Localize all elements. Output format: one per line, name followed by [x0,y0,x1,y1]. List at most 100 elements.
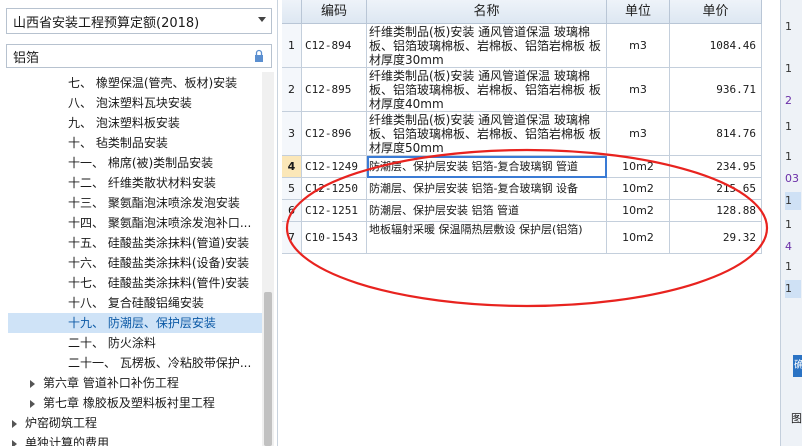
side-cell: 03 [785,172,799,185]
chevron-right-icon[interactable] [30,399,35,408]
side-cell: 1 [785,62,792,75]
tree-item-label: 炉窑砌筑工程 [25,416,98,430]
table-cell-name[interactable]: 纤维类制品(板)安装 通风管道保温 玻璃棉板、铝箔玻璃棉板、岩棉板、铝箔岩棉板 … [367,68,607,112]
side-cell: 1 [785,192,801,210]
right-panel-label: 图 [791,412,802,425]
table-cell-unit[interactable]: m3 [607,112,670,156]
tree-item-label: 单独计算的费用 [25,436,110,446]
tree-item-label: 第六章 管道补口补伤工程 [43,376,179,390]
tree-item-label: 二十、 防火涂料 [68,336,156,350]
table-cell-unit[interactable]: 10m2 [607,156,670,178]
tree-item[interactable]: 十五、 硅酸盐类涂抹料(管道)安装 [68,233,249,253]
table-cell-idx[interactable]: 2 [282,68,302,112]
table-cell-price[interactable]: 29.32 [670,222,762,254]
table-cell-unit[interactable]: 10m2 [607,200,670,222]
side-cell: 1 [785,260,792,273]
table-cell-price[interactable]: 814.76 [670,112,762,156]
quota-library-dropdown[interactable]: 山西省安装工程预算定额(2018) [6,8,272,34]
side-cell: 1 [785,218,792,231]
tree-item[interactable]: 七、 橡塑保温(管壳、板材)安装 [68,73,237,93]
chevron-down-icon[interactable] [258,17,266,22]
side-cell: 1 [785,280,801,298]
column-header-idx[interactable] [282,0,302,24]
table-cell-unit[interactable]: 10m2 [607,178,670,200]
quota-browser-panel: 山西省安装工程预算定额(2018) 铝箔 七、 橡塑保温(管壳、板材)安装八、 … [0,0,278,446]
table-cell-name[interactable]: 纤维类制品(板)安装 通风管道保温 玻璃棉板、铝箔玻璃棉板、岩棉板、铝箔岩棉板 … [367,112,607,156]
tree-item[interactable]: 十一、 棉席(被)类制品安装 [68,153,213,173]
tree-item[interactable]: 十六、 硅酸盐类涂抹料(设备)安装 [68,253,249,273]
tree-item[interactable]: 九、 泡沫塑料板安装 [68,113,180,133]
tree-item[interactable]: 八、 泡沫塑料瓦块安装 [68,93,192,113]
table-cell-name[interactable]: 防潮层、保护层安装 铝箔-复合玻璃钢 设备 [367,178,607,200]
chapter-tree: 七、 橡塑保温(管壳、板材)安装八、 泡沫塑料瓦块安装 九、 泡沫塑料板安装 十、 … [0,72,262,446]
side-cell: 4 [785,240,792,253]
tree-item-label: 二十一、 瓦楞板、冷粘胶带保护... [68,356,252,370]
tree-item-label: 十三、 聚氨酯泡沫喷涂发泡安装 [68,196,240,210]
tree-item[interactable]: 十四、 聚氨酯泡沫喷涂发泡补口... [68,213,251,233]
search-value: 铝箔 [13,50,40,66]
table-cell-price[interactable]: 128.88 [670,200,762,222]
tree-item[interactable]: 二十一、 瓦楞板、冷粘胶带保护... [68,353,251,373]
tree-item[interactable]: 单独计算的费用 [12,433,109,446]
tree-scrollbar[interactable] [262,72,274,446]
table-cell-idx[interactable]: 4 [282,156,302,178]
table-cell-price[interactable]: 215.65 [670,178,762,200]
table-cell-idx[interactable]: 6 [282,200,302,222]
tree-item[interactable]: 十八、 复合硅酸铝绳安装 [68,293,204,313]
column-header-price[interactable]: 单价 [670,0,762,24]
table-cell-name[interactable]: 纤维类制品(板)安装 通风管道保温 玻璃棉板、铝箔玻璃棉板、岩棉板、铝箔岩棉板 … [367,24,607,68]
tree-item[interactable]: 第七章 橡胶板及塑料板衬里工程 [30,393,215,413]
table-cell-code[interactable]: C12-895 [302,68,367,112]
side-cell: 1 [785,150,792,163]
table-cell-idx[interactable]: 1 [282,24,302,68]
table-cell-name[interactable]: 地板辐射采暖 保温隔热层敷设 保护层(铝箔) [367,222,607,254]
table-cell-name[interactable]: 防潮层、保护层安装 铝箔 管道 [367,200,607,222]
table-cell-code[interactable]: C12-894 [302,24,367,68]
tree-item-label: 十、 毡类制品安装 [68,136,168,150]
chevron-right-icon[interactable] [30,379,35,388]
tree-item[interactable]: 十、 毡类制品安装 [68,133,168,153]
column-header-name[interactable]: 名称 [367,0,607,24]
table-cell-code[interactable]: C12-896 [302,112,367,156]
table-cell-code[interactable]: C12-1250 [302,178,367,200]
table-cell-idx[interactable]: 5 [282,178,302,200]
table-cell-idx[interactable]: 7 [282,222,302,254]
tree-item[interactable]: 十二、 纤维类散状材料安装 [68,173,216,193]
quota-results-table: 编码 名称 单位 单价 1 C12-894 纤维类制品(板)安装 通风管道保温 玻璃棉板、铝… [282,0,780,446]
table-cell-code[interactable]: C10-1543 [302,222,367,254]
chevron-right-icon[interactable] [12,419,17,428]
chevron-right-icon[interactable] [12,439,17,446]
column-header-unit[interactable]: 单位 [607,0,670,24]
tree-item-label: 八、 泡沫塑料瓦块安装 [68,96,192,110]
column-header-code[interactable]: 编码 [302,0,367,24]
tree-item-label: 十九、 防潮层、保护层安装 [68,316,216,330]
side-cell: 1 [785,120,792,133]
tree-item-label: 十八、 复合硅酸铝绳安装 [68,296,204,310]
table-cell-unit[interactable]: m3 [607,68,670,112]
tree-item[interactable]: 炉窑砌筑工程 [12,413,97,433]
scrollbar-thumb[interactable] [264,292,272,446]
tree-item[interactable]: 第六章 管道补口补伤工程 [30,373,179,393]
confirm-button[interactable]: 确 [793,355,802,377]
tree-item[interactable]: 十七、 硅酸盐类涂抹料(管件)安装 [68,273,249,293]
table-cell-price[interactable]: 936.71 [670,68,762,112]
tree-item-label: 十二、 纤维类散状材料安装 [68,176,216,190]
tree-item[interactable]: 十三、 聚氨酯泡沫喷涂发泡安装 [68,193,240,213]
tree-item-label: 十七、 硅酸盐类涂抹料(管件)安装 [68,276,250,290]
table-cell-price[interactable]: 234.95 [670,156,762,178]
table-cell-code[interactable]: C12-1251 [302,200,367,222]
table-cell-unit[interactable]: m3 [607,24,670,68]
table-cell-name[interactable]: 防潮层、保护层安装 铝箔-复合玻璃钢 管道 [367,156,607,178]
table-cell-code[interactable]: C12-1249 [302,156,367,178]
tree-item[interactable]: 十九、 防潮层、保护层安装 [8,313,262,333]
tree-item-label: 十一、 棉席(被)类制品安装 [68,156,214,170]
tree-item-label: 十五、 硅酸盐类涂抹料(管道)安装 [68,236,250,250]
tree-item[interactable]: 二十、 防火涂料 [68,333,156,353]
table-cell-idx[interactable]: 3 [282,112,302,156]
search-input[interactable]: 铝箔 [6,44,272,68]
table-cell-unit[interactable]: 10m2 [607,222,670,254]
right-side-panel: 1 1 2 1 1 03 1 1 4 1 1 确 图 [780,0,802,446]
table-cell-price[interactable]: 1084.46 [670,24,762,68]
tree-item-label: 九、 泡沫塑料板安装 [68,116,180,130]
lock-icon[interactable] [252,49,266,63]
